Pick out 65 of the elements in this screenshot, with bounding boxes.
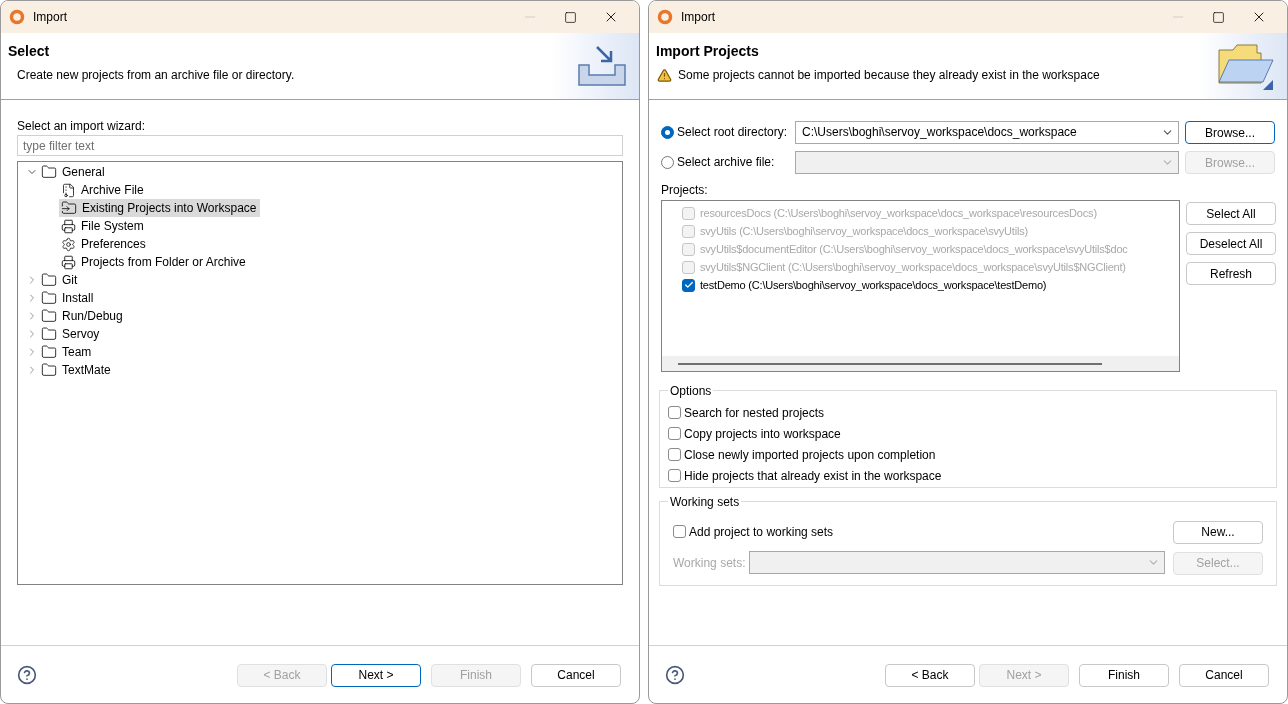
tree-item[interactable]: Servoy (39, 325, 103, 343)
app-logo-icon (657, 9, 673, 25)
checkbox[interactable] (668, 448, 681, 461)
path-combo[interactable]: C:\Users\boghi\servoy_workspace\docs_workspace (795, 120, 1179, 144)
push-button[interactable]: Next > (331, 663, 421, 687)
checkbox[interactable] (682, 278, 695, 292)
tree-item[interactable]: Team (39, 343, 95, 361)
zip-file-icon (61, 182, 76, 198)
push-button[interactable]: Select All (1186, 202, 1276, 225)
push-button[interactable]: Deselect All (1186, 232, 1276, 255)
option-checkbox[interactable]: Copy projects into workspace (668, 423, 841, 444)
folder-icon (41, 308, 57, 324)
checkbox[interactable] (668, 427, 681, 440)
window-title: Import (33, 9, 67, 26)
push-button[interactable]: Cancel (1179, 663, 1269, 687)
checkbox[interactable] (668, 406, 681, 419)
field-label: Working sets: (673, 554, 747, 572)
field-label: Select an import wizard: (17, 118, 147, 133)
tree-item[interactable]: Archive File (59, 181, 147, 199)
page-message: Some projects cannot be imported because they already exist in the workspace (678, 67, 1100, 84)
printer-icon (61, 254, 76, 270)
radio-button[interactable]: Select root directory: (661, 123, 795, 141)
filter-field[interactable]: type filter text (17, 135, 623, 156)
folder-icon (41, 164, 57, 180)
push-button[interactable]: Refresh (1186, 262, 1276, 285)
page-message: Create new projects from an archive file or directory. (17, 67, 295, 84)
folder-icon (61, 200, 77, 216)
tree-item[interactable]: Projects from Folder or Archive (59, 253, 249, 271)
push-button[interactable]: Cancel (531, 663, 621, 687)
tree-item[interactable]: Install (39, 289, 97, 307)
gear-icon (61, 236, 76, 252)
tree-item[interactable]: Run/Debug (39, 307, 126, 325)
open-folder-icon (1217, 42, 1275, 90)
warning-icon (657, 67, 672, 83)
option-checkbox[interactable]: Hide projects that already exist in the workspace (668, 465, 942, 486)
import-tray-icon (577, 45, 627, 87)
tree-item[interactable]: General (39, 163, 108, 181)
printer-icon (61, 218, 76, 234)
tree-item[interactable]: File System (59, 217, 147, 235)
tree-item[interactable]: TextMate (39, 361, 114, 379)
maximize-icon[interactable] (1212, 10, 1225, 24)
folder-icon (41, 326, 57, 342)
page-title: Select (8, 42, 51, 61)
folder-icon (41, 272, 57, 288)
window-title: Import (681, 9, 715, 26)
tree-item[interactable]: Existing Projects into Workspace (59, 199, 260, 217)
checkbox[interactable] (668, 469, 681, 482)
folder-icon (41, 290, 57, 306)
maximize-icon[interactable] (564, 10, 577, 24)
tree-item[interactable]: Git (39, 271, 81, 289)
project-item[interactable]: testDemo (C:\Users\boghi\servoy_workspace\docs_workspace\testDemo) (682, 276, 1179, 294)
push-button[interactable]: Finish (1079, 663, 1169, 687)
folder-icon (41, 344, 57, 360)
section-label: Projects: (660, 182, 709, 198)
tree-item[interactable]: Preferences (59, 235, 149, 253)
help-icon[interactable] (17, 664, 37, 685)
push-button[interactable]: Browse... (1185, 121, 1275, 145)
option-checkbox[interactable]: Close newly imported projects upon completion (668, 444, 936, 465)
push-button[interactable]: < Back (885, 663, 975, 687)
horizontal-scrollbar[interactable] (662, 356, 1179, 371)
folder-icon (41, 362, 57, 378)
option-checkbox[interactable]: Search for nested projects (668, 402, 825, 423)
app-logo-icon (9, 9, 25, 25)
help-icon[interactable] (665, 664, 685, 685)
page-title: Import Projects (656, 42, 760, 61)
